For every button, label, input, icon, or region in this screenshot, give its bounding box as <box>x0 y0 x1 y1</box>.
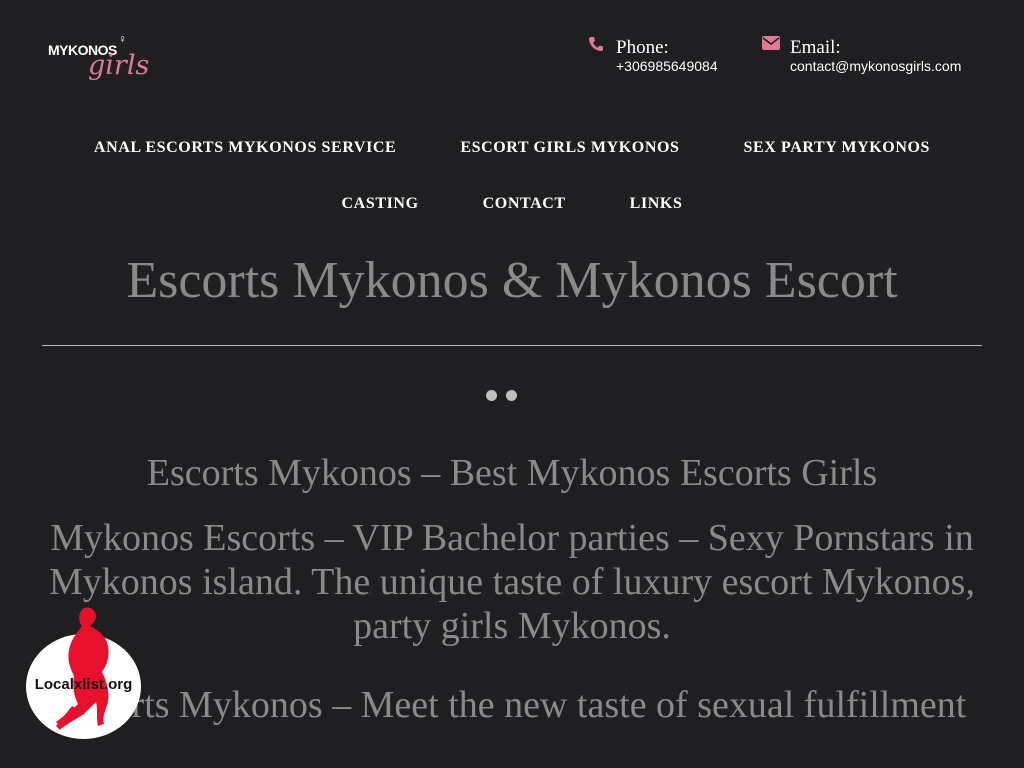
nav-item-escort-girls[interactable]: ESCORT GIRLS MYKONOS <box>428 138 711 158</box>
nav-item-casting[interactable]: CASTING <box>310 194 451 214</box>
silhouette-icon <box>56 607 109 730</box>
page-title: Escorts Mykonos & Mykonos Escort <box>126 252 898 309</box>
phone-label: Phone: <box>616 37 669 58</box>
site-header: ♀ MYKONOS girls Phone: +306985649084 Ema… <box>0 0 1024 120</box>
slider-dot[interactable] <box>486 390 497 401</box>
section-heading: Escorts Mykonos – Meet the new taste of … <box>57 684 967 726</box>
localxlist-badge[interactable]: Localxlist.org <box>26 606 146 741</box>
envelope-icon <box>762 36 780 54</box>
slider-pagination <box>486 390 526 402</box>
email-label: Email: <box>790 37 841 58</box>
section-heading: Escorts Mykonos – Best Mykonos Escorts G… <box>146 452 878 494</box>
nav-item-sex-party[interactable]: SEX PARTY MYKONOS <box>712 138 963 158</box>
logo-script: girls <box>88 50 150 81</box>
nav-item-links[interactable]: LINKS <box>598 194 715 214</box>
nav-row-primary: ANAL ESCORTS MYKONOS SERVICE ESCORT GIRL… <box>0 138 1024 158</box>
dancer-icon: ♀ <box>118 32 127 46</box>
section-heading: Mykonos Escorts – VIP Bachelor parties –… <box>49 517 975 647</box>
phone-icon <box>588 36 606 54</box>
site-logo[interactable]: ♀ MYKONOS girls <box>48 32 150 92</box>
title-divider <box>42 345 982 346</box>
phone-number-link[interactable]: +306985649084 <box>616 58 718 74</box>
badge-label: Localxlist.org <box>34 676 133 693</box>
nav-item-anal-escorts[interactable]: ANAL ESCORTS MYKONOS SERVICE <box>62 138 428 158</box>
nav-item-contact[interactable]: CONTACT <box>451 194 598 214</box>
nav-row-secondary: CASTING CONTACT LINKS <box>0 194 1024 214</box>
slider-dot[interactable] <box>506 390 517 401</box>
email-address-link[interactable]: contact@mykonosgirls.com <box>790 58 961 74</box>
